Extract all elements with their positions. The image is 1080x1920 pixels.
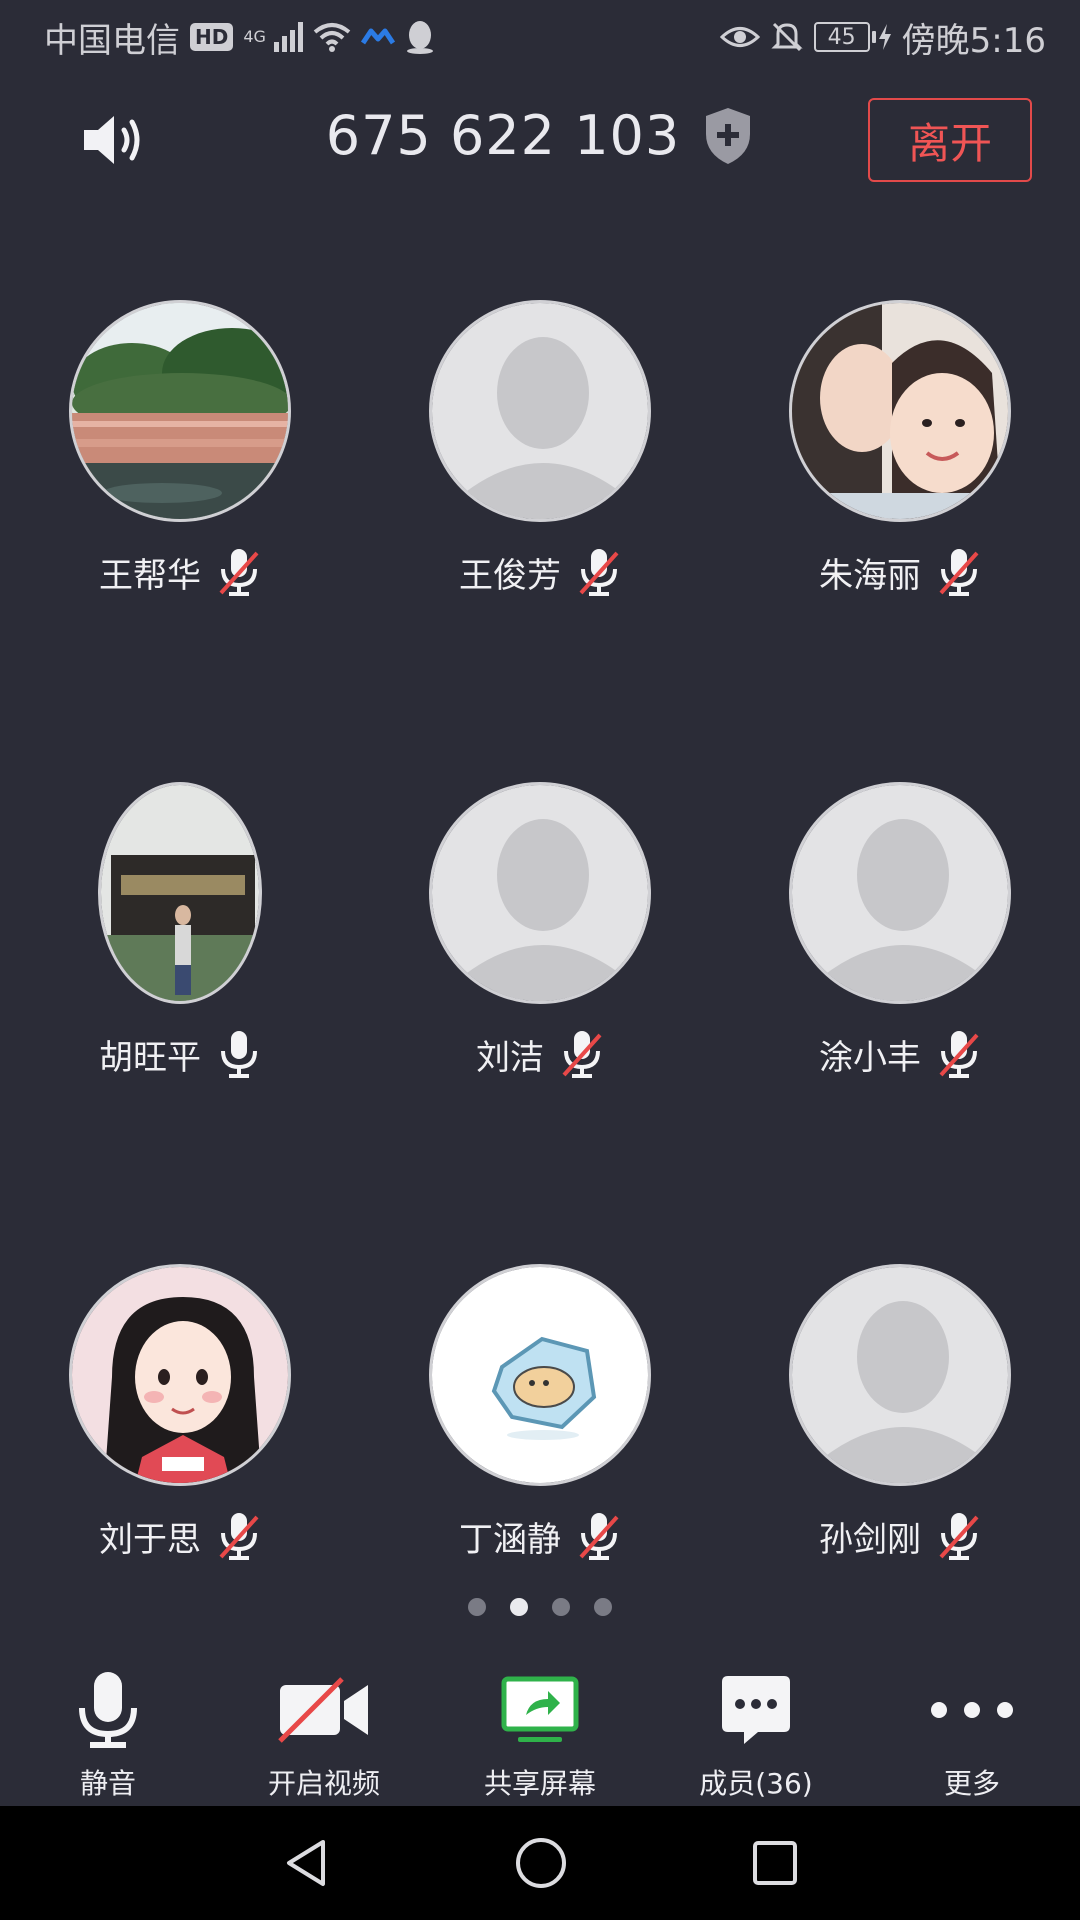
participant-name: 刘洁 (476, 1037, 544, 1078)
participant-name: 丁涵静 (459, 1519, 561, 1560)
mic-icon (221, 1031, 257, 1078)
page-dot[interactable] (594, 1598, 612, 1616)
participant-name: 刘于思 (99, 1519, 201, 1560)
meeting-header: 675 622 103 离开 (0, 90, 1080, 186)
recents-icon[interactable] (751, 1839, 799, 1887)
mic-muted-icon (219, 1513, 259, 1560)
participant-name-row: 刘于思 (99, 1510, 261, 1562)
mic-muted-icon (939, 549, 979, 596)
participant-avatar (69, 1264, 291, 1486)
participant-avatar (789, 1264, 1011, 1486)
more-button[interactable]: 更多 (872, 1662, 1072, 1802)
mic-muted-icon (219, 549, 259, 596)
participant-name-row: 孙剑刚 (819, 1510, 981, 1562)
participant-name: 王帮华 (99, 555, 201, 596)
bell-off-icon (771, 22, 803, 52)
status-bar: 中国电信 HD 4G 45 傍晚5:16 (0, 0, 1080, 74)
carrier-label: 中国电信 (44, 20, 180, 61)
participant-tile[interactable]: 丁涵静 (360, 1264, 720, 1564)
battery-level: 45 (813, 22, 870, 52)
participant-avatar (69, 300, 291, 522)
chat-bubble-icon (722, 1676, 790, 1744)
page-dot-active[interactable] (510, 1598, 528, 1616)
meeting-id[interactable]: 675 622 103 (326, 104, 681, 167)
video-off-icon (278, 1677, 368, 1743)
participant-name: 涂小丰 (819, 1037, 921, 1078)
participant-tile[interactable]: 王俊芳 (360, 300, 720, 600)
participant-name-row: 朱海丽 (819, 546, 981, 598)
start-video-button[interactable]: 开启视频 (224, 1662, 424, 1802)
more-label: 更多 (943, 1767, 1000, 1800)
participant-name-row: 丁涵静 (459, 1510, 621, 1562)
mute-label: 静音 (79, 1767, 136, 1800)
participant-name: 王俊芳 (459, 555, 561, 596)
participant-tile[interactable]: 胡旺平 (0, 782, 360, 1082)
meeting-toolbar: 静音 开启视频 共享屏幕 成员(36) 更多 (0, 1650, 1080, 1806)
participant-avatar (789, 782, 1011, 1004)
mic-muted-icon (562, 1031, 602, 1078)
page-indicator[interactable] (0, 1598, 1080, 1616)
participant-tile[interactable]: 孙剑刚 (720, 1264, 1080, 1564)
qq-icon (406, 21, 433, 54)
members-label: 成员(36) (699, 1767, 813, 1800)
mic-muted-icon (579, 1513, 619, 1560)
participant-tile[interactable]: 刘洁 (360, 782, 720, 1082)
participant-name-row: 王帮华 (99, 546, 261, 598)
network-type: 4G (243, 26, 266, 46)
participant-avatar (429, 1264, 651, 1486)
participant-name: 胡旺平 (99, 1037, 201, 1078)
shield-icon[interactable] (702, 106, 754, 166)
system-nav-bar (0, 1806, 1080, 1920)
status-right: 45 傍晚5:16 (719, 13, 1046, 62)
back-icon[interactable] (281, 1838, 331, 1888)
signal-icon (273, 22, 303, 52)
clock: 傍晚5:16 (901, 20, 1046, 61)
more-dots-icon (931, 1702, 1013, 1718)
charging-icon (878, 24, 891, 50)
eye-comfort-icon (719, 27, 760, 47)
mic-muted-icon (579, 549, 619, 596)
participant-avatar (429, 782, 651, 1004)
mic-muted-icon (939, 1513, 979, 1560)
mute-button[interactable]: 静音 (8, 1662, 208, 1802)
participant-avatar (429, 300, 651, 522)
participant-name-row: 胡旺平 (99, 1028, 261, 1080)
members-button[interactable]: 成员(36) (656, 1662, 856, 1802)
participant-avatar (789, 300, 1011, 522)
battery-indicator: 45 (813, 22, 892, 52)
hd-badge: HD (190, 23, 234, 51)
participant-avatar (98, 782, 262, 1004)
app-notification-icon (360, 28, 395, 45)
participant-name: 朱海丽 (819, 555, 921, 596)
start-video-label: 开启视频 (267, 1767, 380, 1800)
home-icon[interactable] (514, 1836, 568, 1890)
status-left: 中国电信 HD 4G (44, 13, 435, 62)
leave-button[interactable]: 离开 (868, 98, 1032, 182)
share-screen-icon (501, 1676, 579, 1742)
share-screen-label: 共享屏幕 (483, 1767, 596, 1800)
mic-muted-icon (939, 1031, 979, 1078)
microphone-icon (79, 1672, 137, 1748)
page-dot[interactable] (468, 1598, 486, 1616)
page-dot[interactable] (552, 1598, 570, 1616)
participant-name-row: 王俊芳 (459, 546, 621, 598)
participant-tile[interactable]: 涂小丰 (720, 782, 1080, 1082)
participant-tile[interactable]: 朱海丽 (720, 300, 1080, 600)
participant-name-row: 涂小丰 (819, 1028, 981, 1080)
share-screen-button[interactable]: 共享屏幕 (440, 1662, 640, 1802)
participant-name-row: 刘洁 (476, 1028, 604, 1080)
participant-tile[interactable]: 刘于思 (0, 1264, 360, 1564)
participant-name: 孙剑刚 (819, 1519, 921, 1560)
wifi-icon (313, 23, 351, 52)
participant-tile[interactable]: 王帮华 (0, 300, 360, 600)
